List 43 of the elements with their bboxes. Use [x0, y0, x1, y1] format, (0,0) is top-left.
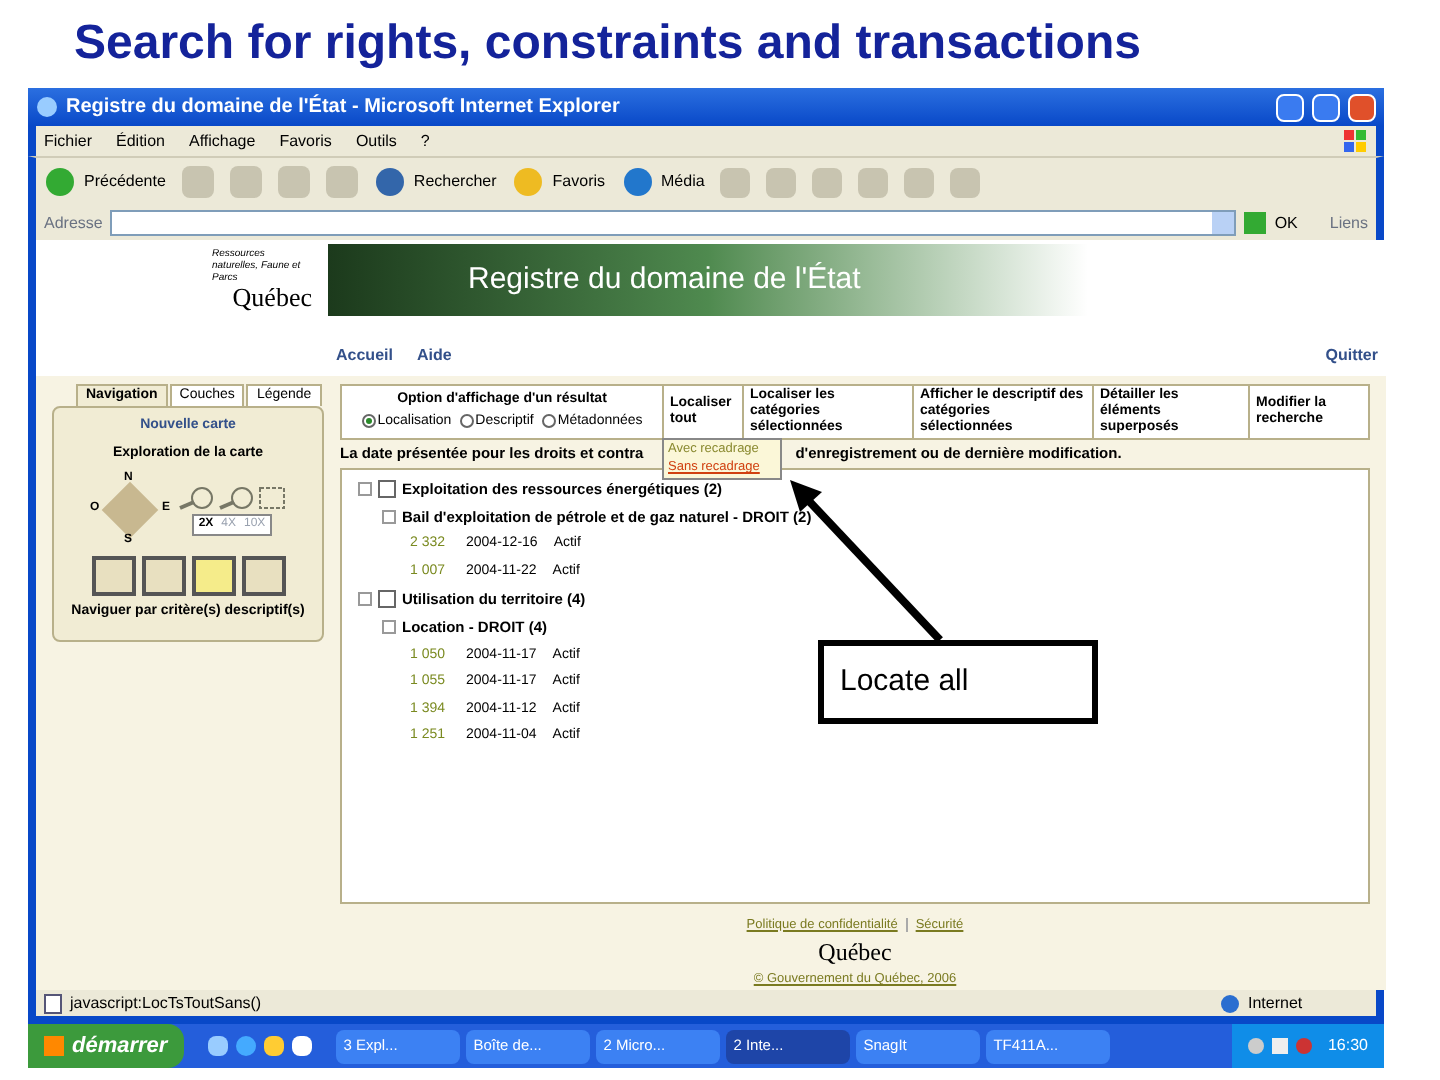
address-label: Adresse	[44, 211, 103, 235]
map-tool-icon[interactable]	[191, 556, 235, 596]
toolbar-button[interactable]: Précédente	[44, 166, 166, 198]
go-button[interactable]: OK	[1244, 211, 1298, 235]
nav-link[interactable]: Aide	[416, 343, 452, 367]
slide-title: Search for rights, constraints and transactions	[74, 16, 1141, 70]
menu-item[interactable]: Affichage	[188, 129, 256, 153]
menu-item[interactable]: Édition	[116, 129, 165, 153]
map-tool-icon[interactable]	[91, 556, 135, 596]
radio-button[interactable]	[361, 414, 376, 429]
map-tool-icon[interactable]	[241, 556, 285, 596]
radio-button[interactable]	[459, 414, 474, 429]
menu-item[interactable]: ?	[420, 129, 430, 153]
quebec-logo: Québec	[232, 284, 312, 313]
checkbox[interactable]	[378, 590, 396, 609]
banner-title: Registre du domaine de l'État	[468, 259, 861, 300]
maximize-button[interactable]	[1312, 93, 1340, 121]
radio-button[interactable]	[541, 414, 556, 429]
window-title: Registre du domaine de l'État - Microsoft Internet Explorer	[66, 92, 622, 122]
status-text: javascript:LocTsToutSans()	[70, 991, 264, 1015]
toolbar-button[interactable]: Rechercher	[373, 166, 497, 198]
menu-item[interactable]: Fichier	[44, 129, 93, 153]
nav-link[interactable]: Accueil	[336, 343, 393, 367]
zoom-box-icon[interactable]	[258, 485, 286, 509]
page-icon	[44, 993, 62, 1013]
toolbar-button[interactable]: Favoris	[512, 166, 606, 198]
callout-text: Locate all	[840, 661, 969, 702]
zoom-out-icon[interactable]	[218, 485, 254, 509]
quebec-logo: Québec	[818, 938, 892, 967]
clock: 16:30	[1327, 1034, 1368, 1058]
checkbox[interactable]	[378, 479, 396, 498]
quit-link[interactable]: Quitter	[1325, 343, 1378, 367]
address-field[interactable]	[110, 210, 1237, 236]
menu-item[interactable]: Outils	[355, 129, 397, 153]
minimize-button[interactable]	[1276, 93, 1304, 121]
toolbar-button[interactable]: Média	[621, 166, 705, 198]
links-label[interactable]: Liens	[1329, 211, 1368, 235]
zone-label: Internet	[1248, 991, 1305, 1015]
start-button[interactable]: démarrer	[28, 1024, 184, 1068]
close-button[interactable]	[1348, 93, 1376, 121]
menu-item[interactable]: Favoris	[279, 129, 332, 153]
zoom-in-icon[interactable]	[178, 485, 214, 509]
map-tool-icon[interactable]	[141, 556, 185, 596]
